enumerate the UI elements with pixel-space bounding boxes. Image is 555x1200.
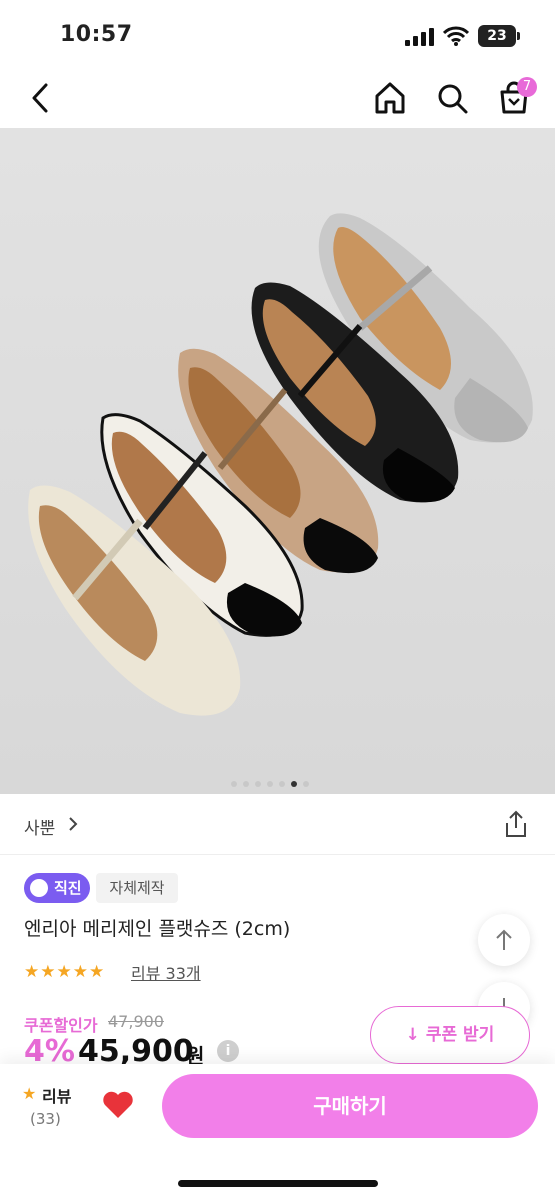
star-icon: ★	[72, 962, 88, 982]
buy-button[interactable]: 구매하기	[162, 1074, 538, 1138]
gallery-dot[interactable]	[279, 781, 285, 787]
star-icon: ★	[22, 1084, 37, 1103]
brand-name[interactable]: 사뿐	[24, 814, 55, 839]
review-link[interactable]: 리뷰 33개	[131, 960, 201, 984]
coupon-button-label: 쿠폰 받기	[425, 1025, 495, 1045]
product-image[interactable]	[0, 128, 555, 794]
coupon-download-button[interactable]: ↓ 쿠폰 받기	[370, 1006, 530, 1064]
own-made-badge: 자체제작	[96, 873, 178, 903]
back-icon[interactable]	[22, 78, 62, 118]
rating-stars: ★★★★★	[24, 962, 105, 982]
bottom-review-count: (33)	[30, 1110, 61, 1128]
gallery-pagination	[231, 772, 325, 787]
gallery-dot[interactable]	[267, 781, 273, 787]
status-time: 10:57	[60, 22, 133, 47]
star-icon: ★	[89, 962, 105, 982]
gallery-dot-active[interactable]	[291, 781, 297, 787]
battery-icon: 23	[478, 25, 516, 47]
arrow-badge-icon	[30, 879, 48, 897]
share-icon[interactable]	[503, 809, 529, 843]
heart-icon[interactable]	[102, 1090, 134, 1124]
original-price: 47,900	[108, 1012, 164, 1031]
star-icon: ★	[24, 962, 40, 982]
cart-count-badge: 7	[517, 77, 537, 97]
direct-delivery-badge: 직진	[24, 873, 90, 903]
bottom-review-label[interactable]: 리뷰	[42, 1083, 71, 1107]
brand-row[interactable]: 사뿐	[0, 796, 555, 855]
gallery-dot[interactable]	[303, 781, 309, 787]
gallery-dot[interactable]	[243, 781, 249, 787]
star-icon: ★	[56, 962, 72, 982]
info-icon[interactable]: i	[217, 1040, 239, 1062]
home-indicator	[178, 1180, 378, 1187]
direct-badge-label: 직진	[54, 879, 82, 897]
scroll-up-button[interactable]	[478, 914, 530, 966]
battery-cap	[517, 32, 520, 40]
wifi-icon	[442, 25, 470, 47]
search-icon[interactable]	[432, 78, 472, 118]
signal-icon	[405, 28, 435, 46]
download-icon: ↓	[405, 1025, 426, 1045]
gallery-dot[interactable]	[231, 781, 237, 787]
product-title: 엔리아 메리제인 플랫슈즈 (2cm)	[24, 918, 291, 940]
chevron-right-icon	[68, 816, 78, 836]
star-icon: ★	[40, 962, 56, 982]
coupon-price-label: 쿠폰할인가	[24, 1016, 98, 1035]
gallery-dot[interactable]	[255, 781, 261, 787]
home-icon[interactable]	[370, 78, 410, 118]
